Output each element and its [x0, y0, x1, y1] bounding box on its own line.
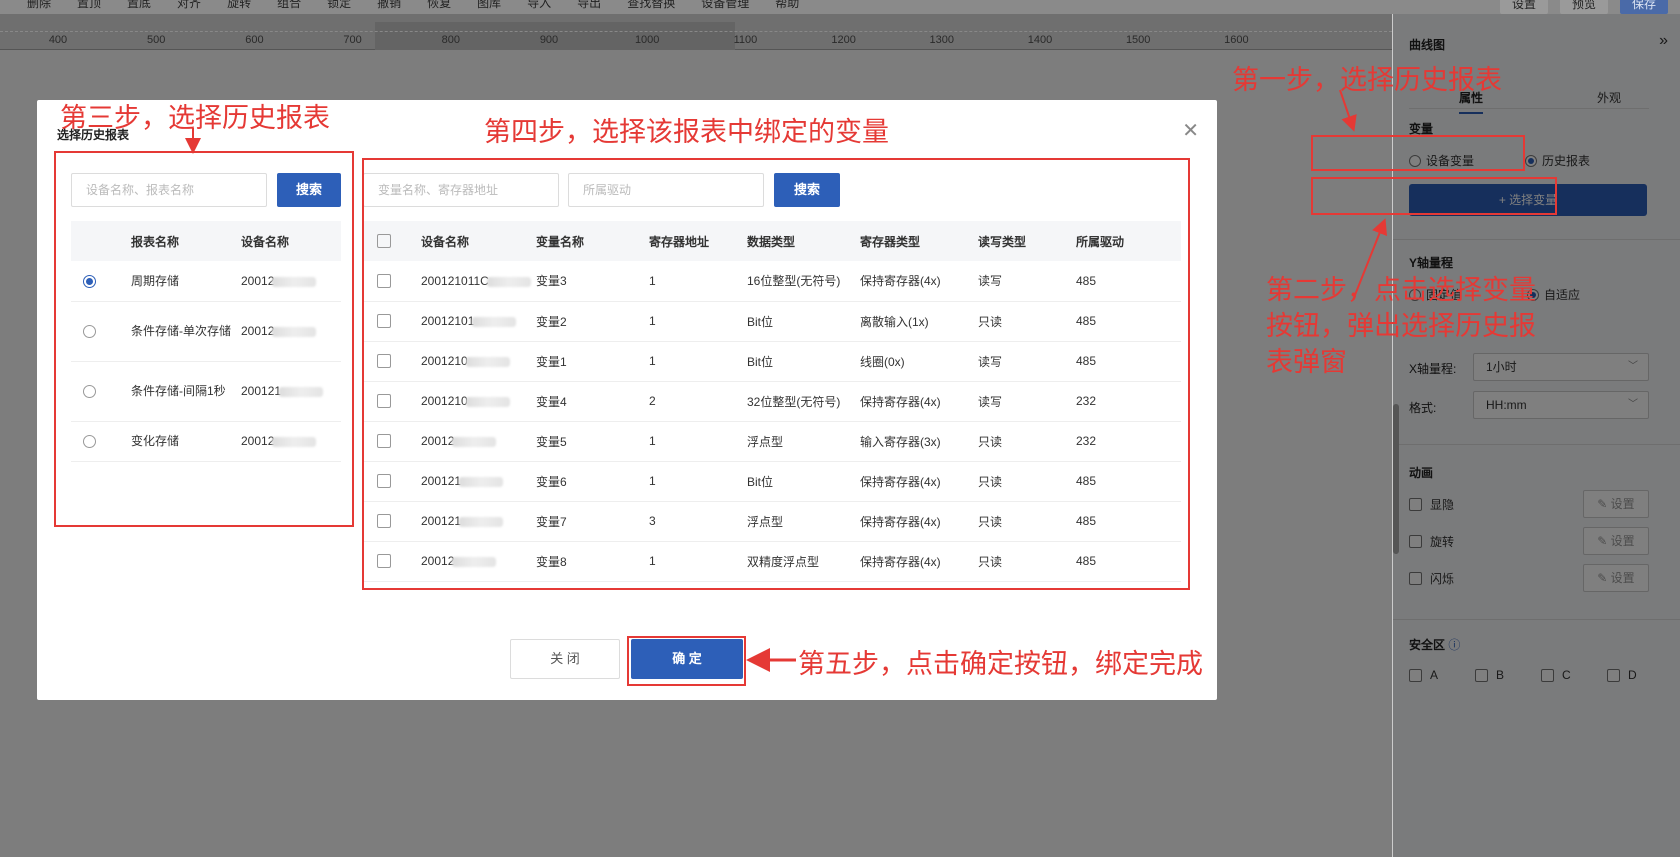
ruler-label: 800	[441, 34, 460, 46]
safety-check-d[interactable]: D	[1607, 668, 1637, 682]
toolbar-item[interactable]: 对齐	[164, 0, 214, 10]
checkbox[interactable]	[1541, 668, 1554, 682]
radio-history-report[interactable]: 历史报表	[1525, 152, 1590, 169]
ruler-label: 400	[48, 34, 68, 46]
checkbox[interactable]	[1607, 668, 1620, 682]
annotation-step4: 第四步，选择该报表中绑定的变量	[484, 117, 889, 148]
divider	[1393, 619, 1680, 620]
panel-title: 曲线图	[1409, 38, 1446, 52]
toolbar-button[interactable]: 设置	[1500, 0, 1548, 14]
top-toolbar: 删除 置顶 置底 对齐 旋转 组合 锁定 撤销 恢复 图库 导入 导出 查找替换 设备管理 帮助 设置 预览保…	[0, 0, 1680, 14]
ruler-label: 1500	[1125, 34, 1151, 46]
radio-circle-selected	[1525, 154, 1537, 167]
annotation-step3: 第三步，选择历史报表	[60, 103, 330, 134]
animation-check-blink[interactable]: 闪烁	[1409, 570, 1454, 587]
help-icon[interactable]: ⓘ	[1448, 638, 1460, 652]
radio-auto-label: 自适应	[1544, 288, 1581, 302]
ruler-label: 1600	[1224, 34, 1249, 46]
toolbar-item[interactable]: 设备管理	[688, 0, 762, 10]
ruler-label: 600	[245, 34, 264, 46]
check-label: 闪烁	[1430, 572, 1455, 586]
annotation-step2-line2: 按钮，弹出选择历史报	[1266, 311, 1536, 342]
toolbar-item[interactable]: 锁定	[314, 0, 364, 10]
safety-zone-label: 安全区 ⓘ	[1409, 636, 1460, 653]
format-label: 格式:	[1409, 401, 1437, 415]
annotation-box-step1	[1311, 135, 1525, 171]
toolbar-item[interactable]: 导入	[514, 0, 564, 10]
check-label: B	[1496, 668, 1505, 682]
check-label: C	[1562, 668, 1571, 682]
safety-check-a[interactable]: A	[1409, 668, 1438, 682]
toolbar-item[interactable]: 置顶	[64, 0, 114, 10]
animation-check-show[interactable]: 显隐	[1409, 496, 1454, 513]
check-label: 显隐	[1430, 498, 1455, 512]
toolbar-right-buttons: 设置 预览 保存	[1500, 0, 1668, 14]
set-button-rotate[interactable]: ✎ 设置	[1583, 527, 1649, 555]
checkbox[interactable]	[1409, 572, 1422, 585]
toolbar-item[interactable]: 置底	[114, 0, 164, 10]
checkbox[interactable]	[1475, 668, 1488, 682]
toolbar-item[interactable]: 旋转	[214, 0, 264, 10]
checkbox[interactable]	[1409, 498, 1422, 511]
divider	[1393, 444, 1680, 445]
annotation-box-step3	[54, 151, 354, 527]
ruler-label: 1000	[634, 34, 660, 46]
ruler-label: 700	[343, 34, 362, 46]
safety-check-b[interactable]: B	[1475, 668, 1504, 682]
horizontal-ruler: 400 500 600 700 800 900 1000 1100 1200 1300 1400 15…	[0, 14, 1392, 50]
animation-label: 动画	[1409, 466, 1434, 480]
ruler-label: 1300	[929, 34, 955, 46]
checkbox[interactable]	[1409, 668, 1422, 682]
format-select[interactable]: HH:mm ﹀	[1473, 391, 1649, 419]
ruler-label: 1200	[831, 34, 856, 46]
ruler-label: 1100	[733, 34, 758, 46]
check-label: A	[1430, 668, 1439, 682]
toolbar-item[interactable]: 删除	[14, 0, 64, 10]
ruler-label: 1400	[1027, 34, 1053, 46]
animation-check-rotate[interactable]: 旋转	[1409, 533, 1454, 550]
annotation-step2-line1: 第二步，点击选择变量	[1266, 275, 1536, 306]
annotation-step2-line3: 表弹窗	[1266, 347, 1347, 378]
y-axis-label: Y轴量程	[1409, 256, 1454, 270]
radio-history-label: 历史报表	[1542, 154, 1591, 168]
toolbar-item[interactable]: 查找替换	[614, 0, 688, 10]
annotation-step1: 第一步，选择历史报表	[1232, 65, 1502, 96]
toolbar-item[interactable]: 恢复	[414, 0, 464, 10]
toolbar-item[interactable]: 帮助	[762, 0, 812, 10]
check-label: 旋转	[1430, 535, 1455, 549]
toolbar-item[interactable]: 组合	[264, 0, 314, 10]
toolbar-button[interactable]: 保存	[1620, 0, 1668, 14]
annotation-box-step5	[627, 636, 746, 686]
collapse-icon[interactable]: »	[1659, 32, 1668, 50]
annotation-box-step4	[362, 158, 1190, 590]
toolbar-item[interactable]: 图库	[464, 0, 514, 10]
annotation-box-step2	[1311, 177, 1557, 215]
checkbox[interactable]	[1409, 535, 1422, 548]
toolbar-item[interactable]: 导出	[564, 0, 614, 10]
annotation-step5: 第五步，点击确定按钮，绑定完成	[798, 649, 1203, 680]
safety-check-c[interactable]: C	[1541, 668, 1571, 682]
toolbar-item[interactable]: 撤销	[364, 0, 414, 10]
set-button-show[interactable]: ✎ 设置	[1583, 490, 1649, 518]
ruler-label: 500	[147, 34, 166, 46]
ruler-label: 900	[539, 34, 559, 46]
format-value: HH:mm	[1486, 398, 1527, 412]
toolbar-items: 删除 置顶 置底 对齐 旋转 组合 锁定 撤销 恢复 图库 导入 导出 查找替换 设备管理 帮助	[14, 0, 812, 10]
safety-label-text: 安全区	[1409, 638, 1446, 652]
set-button-blink[interactable]: ✎ 设置	[1583, 564, 1649, 592]
toolbar-button[interactable]: 预览	[1560, 0, 1608, 14]
chevron-down-icon: ﹀	[1628, 361, 1638, 372]
close-button[interactable]: 关 闭	[510, 639, 620, 679]
check-label: D	[1628, 668, 1637, 682]
divider	[1393, 239, 1680, 240]
close-icon[interactable]: ✕	[1182, 118, 1199, 143]
annotation-step2: 第二步，点击选择变量 按钮，弹出选择历史报 表弹窗	[1266, 273, 1536, 381]
tab-appearance[interactable]: 外观	[1597, 89, 1621, 106]
chevron-down-icon: ﹀	[1628, 399, 1638, 410]
scrollbar[interactable]	[1393, 404, 1399, 554]
ruler-ticks	[0, 22, 1392, 32]
